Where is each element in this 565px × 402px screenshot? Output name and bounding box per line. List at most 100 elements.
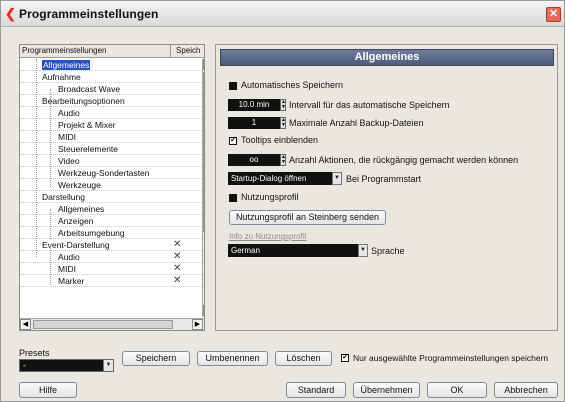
vertical-scrollbar[interactable]: ▲ ▼ xyxy=(202,59,204,317)
save-preset-button[interactable]: Speichern xyxy=(122,351,190,366)
tree-item-label: Steuerelemente xyxy=(58,144,119,154)
scroll-up-arrow-icon[interactable]: ▲ xyxy=(203,59,204,70)
backup-spinner-icon[interactable]: ▲ ▼ xyxy=(280,117,286,129)
usage-info-link[interactable]: Info zu Nutzungsprofil xyxy=(229,232,306,241)
only-selected-label: Nur ausgewählte Programmeinstellungen sp… xyxy=(353,353,549,363)
tree-item[interactable]: Werkzeug-Sondertasten xyxy=(20,167,204,179)
apply-button[interactable]: Übernehmen xyxy=(353,382,420,398)
presets-value: - xyxy=(23,361,26,370)
tree-item[interactable]: Allgemeines xyxy=(20,59,204,71)
default-button[interactable]: Standard xyxy=(286,382,346,398)
tree-item[interactable]: Aufnahme xyxy=(20,71,204,83)
usage-profile-label: Nutzungsprofil xyxy=(241,192,299,202)
tree-item[interactable]: Broadcast Wave xyxy=(20,83,204,95)
tree-item-label: Darstellung xyxy=(42,192,85,202)
tree-item[interactable]: Marker ✕ xyxy=(20,275,204,287)
tree-item-label: Marker xyxy=(58,276,85,286)
language-dropdown[interactable]: German ▼ xyxy=(228,244,368,257)
scroll-down-arrow-icon[interactable]: ▼ xyxy=(203,305,204,316)
title-bar: ❮ Programmeinstellungen ✕ xyxy=(1,1,564,27)
tree-item[interactable]: Werkzeuge xyxy=(20,179,204,191)
not-saved-x-icon: ✕ xyxy=(173,275,182,286)
undo-spinner-icon[interactable]: ▲ ▼ xyxy=(280,154,286,166)
startup-label: Bei Programmstart xyxy=(346,174,422,184)
tree-item[interactable]: Audio xyxy=(20,107,204,119)
only-selected-checkbox[interactable] xyxy=(341,352,349,362)
tree-item[interactable]: Video xyxy=(20,155,204,167)
window-title: Programmeinstellungen xyxy=(19,7,159,21)
tree-item[interactable]: Allgemeines xyxy=(20,203,204,215)
scroll-right-arrow-icon[interactable]: ▶ xyxy=(192,319,203,330)
tree-item-label: Allgemeines xyxy=(42,60,91,70)
horizontal-scrollbar[interactable]: ◀ ▶ xyxy=(20,318,204,330)
tooltips-checkbox[interactable] xyxy=(229,135,237,145)
tree-item-label: Bearbeitungsoptionen xyxy=(42,96,125,106)
tree-item-label: MIDI xyxy=(58,132,76,142)
tree-item[interactable]: Projekt & Mixer xyxy=(20,119,204,131)
ok-button[interactable]: OK xyxy=(427,382,487,398)
tree-item-label: Allgemeines xyxy=(58,204,105,214)
interval-label: Intervall für das automatische Speichern xyxy=(289,100,450,110)
tree-item[interactable]: Event-Darstellung ✕ xyxy=(20,239,204,251)
startup-dropdown[interactable]: Startup-Dialog öffnen ▼ xyxy=(228,172,342,185)
undo-label: Anzahl Aktionen, die rückgängig gemacht … xyxy=(289,155,519,165)
tree-connector-line xyxy=(50,89,51,187)
tree-item-label: Werkzeug-Sondertasten xyxy=(58,168,150,178)
tree-item-label: Anzeigen xyxy=(58,216,94,226)
presets-label: Presets xyxy=(19,348,50,358)
tree-item[interactable]: Arbeitsumgebung xyxy=(20,227,204,239)
preferences-tree[interactable]: Programmeinstellungen Speich Allgemeines… xyxy=(19,44,205,331)
tree-item[interactable]: Audio ✕ xyxy=(20,251,204,263)
chevron-down-icon[interactable]: ▼ xyxy=(358,244,368,257)
column-header-save[interactable]: Speich xyxy=(176,46,200,55)
rename-preset-button[interactable]: Umbenennen xyxy=(197,351,268,366)
cancel-button[interactable]: Abbrechen xyxy=(494,382,558,398)
auto-save-checkbox[interactable] xyxy=(229,82,237,90)
tree-connector-line xyxy=(50,209,51,239)
column-header-name[interactable]: Programmeinstellungen xyxy=(22,46,107,55)
tree-connector-line xyxy=(36,59,37,257)
tree-item-label: Event-Darstellung xyxy=(42,240,110,250)
startup-value: Startup-Dialog öffnen xyxy=(231,174,307,183)
not-saved-x-icon: ✕ xyxy=(173,239,182,250)
tree-item[interactable]: Bearbeitungsoptionen xyxy=(20,95,204,107)
tree-item[interactable]: Anzeigen xyxy=(20,215,204,227)
language-value: German xyxy=(231,246,260,255)
tree-item-label: Arbeitsumgebung xyxy=(58,228,125,238)
not-saved-x-icon: ✕ xyxy=(173,251,182,262)
backup-count-field[interactable]: 1 xyxy=(228,117,280,129)
tree-item-label: Projekt & Mixer xyxy=(58,120,116,130)
tree-rows: Allgemeines Aufnahme Broadcast Wave Bearbei… xyxy=(20,59,204,317)
backup-label: Maximale Anzahl Backup-Dateien xyxy=(289,118,424,128)
scroll-left-arrow-icon[interactable]: ◀ xyxy=(20,319,31,330)
tree-item-label: Aufnahme xyxy=(42,72,81,82)
panel-title: Allgemeines xyxy=(220,49,554,66)
not-saved-x-icon: ✕ xyxy=(173,263,182,274)
interval-field[interactable]: 10.0 min xyxy=(228,99,280,111)
undo-count-field[interactable]: oo xyxy=(228,154,280,166)
usage-profile-checkbox[interactable] xyxy=(229,194,237,202)
delete-preset-button[interactable]: Löschen xyxy=(275,351,332,366)
tree-item-label: Audio xyxy=(58,108,80,118)
send-usage-profile-button[interactable]: Nutzungsprofil an Steinberg senden xyxy=(229,210,386,225)
tree-item-label: Audio xyxy=(58,252,80,262)
horizontal-scroll-thumb[interactable] xyxy=(33,320,173,329)
tree-connector-line xyxy=(50,245,51,285)
help-button[interactable]: Hilfe xyxy=(19,382,77,398)
presets-dropdown[interactable]: - ▼ xyxy=(19,359,114,372)
interval-spinner-icon[interactable]: ▲ ▼ xyxy=(280,99,286,111)
vertical-scroll-thumb[interactable] xyxy=(203,72,204,232)
tree-item[interactable]: Steuerelemente xyxy=(20,143,204,155)
language-label: Sprache xyxy=(371,246,405,256)
column-separator[interactable] xyxy=(170,45,171,58)
tree-item[interactable]: MIDI xyxy=(20,131,204,143)
chevron-down-icon[interactable]: ▼ xyxy=(332,172,342,185)
tree-item[interactable]: Darstellung xyxy=(20,191,204,203)
chevron-down-icon[interactable]: ▼ xyxy=(103,360,113,371)
tree-item[interactable]: MIDI ✕ xyxy=(20,263,204,275)
cubase-logo-icon: ❮ xyxy=(5,6,16,21)
auto-save-label: Automatisches Speichern xyxy=(241,80,344,90)
tree-item-label: Broadcast Wave xyxy=(58,84,121,94)
tree-item-label: Werkzeuge xyxy=(58,180,101,190)
close-button[interactable]: ✕ xyxy=(546,7,561,22)
